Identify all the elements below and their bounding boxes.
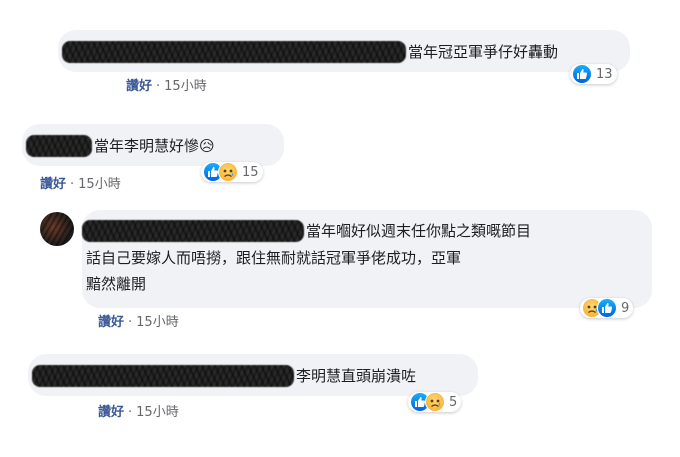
avatar[interactable] (40, 212, 74, 246)
reaction-count: 13 (596, 66, 613, 82)
comment-text-line-2: 話自己要嫁人而唔撈，跟住無耐就話冠軍爭佬成功，亞軍 (86, 249, 462, 267)
reaction-summary[interactable]: 13 (570, 64, 617, 84)
reaction-count: 5 (449, 394, 458, 410)
separator: · (156, 79, 161, 94)
redacted-author-name (26, 135, 92, 157)
reaction-count: 9 (621, 300, 630, 316)
comment-bubble: 李明慧直頭崩潰咗 (28, 354, 478, 396)
redacted-author-name (82, 220, 304, 242)
comment-actions: 讚好 · 15小時 (126, 79, 207, 95)
comment-text: 當年冠亞軍爭仔好轟動 (408, 43, 559, 61)
comment-text: 當年李明慧好慘😥 (94, 137, 215, 155)
comment-actions: 讚好 · 15小時 (98, 315, 179, 331)
reaction-summary[interactable]: 9 (580, 298, 634, 318)
separator: · (128, 405, 133, 420)
like-reaction-icon (597, 298, 617, 318)
like-button[interactable]: 讚好 (40, 177, 66, 192)
comment-timestamp[interactable]: 15小時 (164, 79, 207, 94)
reaction-count: 15 (242, 164, 259, 180)
comment-timestamp[interactable]: 15小時 (136, 315, 179, 330)
separator: · (70, 177, 75, 192)
reaction-summary[interactable]: 5 (408, 392, 462, 412)
comment-actions: 讚好 · 15小時 (40, 177, 121, 193)
like-button[interactable]: 讚好 (126, 79, 152, 94)
redacted-author-name (32, 365, 294, 387)
comment-actions: 讚好 · 15小時 (98, 405, 179, 421)
separator: · (128, 315, 133, 330)
comment-text-line-3: 黯然離開 (86, 275, 147, 293)
redacted-author-name (62, 41, 406, 63)
sad-reaction-icon (425, 392, 445, 412)
like-reaction-icon (572, 64, 592, 84)
comment-timestamp[interactable]: 15小時 (136, 405, 179, 420)
comment-text: 李明慧直頭崩潰咗 (296, 367, 417, 385)
comment-bubble: 當年嗰好似週末任你點之類嘅節目 話自己要嫁人而唔撈，跟住無耐就話冠軍爭佬成功，亞… (82, 210, 652, 308)
like-button[interactable]: 讚好 (98, 315, 124, 330)
comment-bubble: 當年李明慧好慘😥 (22, 124, 284, 166)
comment-bubble: 當年冠亞軍爭仔好轟動 (58, 30, 630, 72)
sad-reaction-icon (218, 162, 238, 182)
comment-text-line-1: 當年嗰好似週末任你點之類嘅節目 (306, 222, 532, 240)
like-button[interactable]: 讚好 (98, 405, 124, 420)
reaction-summary[interactable]: 15 (201, 162, 263, 182)
comment-timestamp[interactable]: 15小時 (78, 177, 121, 192)
